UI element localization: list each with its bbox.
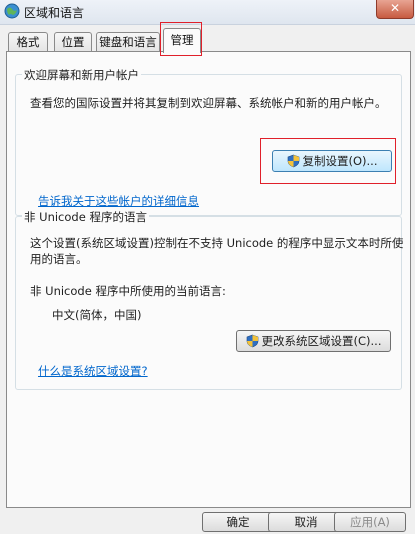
close-button[interactable]: ✕ bbox=[376, 0, 414, 19]
unicode-description-line1: 这个设置(系统区域设置)控制在不支持 Unicode 的程序中显示文本时所使 bbox=[30, 236, 404, 250]
cancel-button[interactable]: 取消 bbox=[268, 512, 344, 532]
ok-button[interactable]: 确定 bbox=[202, 512, 274, 532]
shield-icon bbox=[287, 154, 299, 168]
tab-administrative[interactable]: 管理 bbox=[163, 28, 201, 53]
welcome-screen-group: 欢迎屏幕和新用户帐户 查看您的国际设置并将其复制到欢迎屏幕、系统帐户和新的用户帐… bbox=[15, 67, 402, 216]
copy-settings-button[interactable]: 复制设置(O)... bbox=[272, 150, 392, 172]
apply-button[interactable]: 应用(A) bbox=[334, 512, 406, 532]
welcome-group-label: 欢迎屏幕和新用户帐户 bbox=[22, 67, 141, 83]
non-unicode-group: 非 Unicode 程序的语言 这个设置(系统区域设置)控制在不支持 Unico… bbox=[15, 209, 404, 390]
welcome-accounts-info-link[interactable]: 告诉我关于这些帐户的详细信息 bbox=[38, 193, 199, 209]
unicode-description-line2: 用的语言。 bbox=[30, 252, 88, 266]
change-system-locale-label: 更改系统区域设置(C)... bbox=[261, 334, 382, 348]
tab-location[interactable]: 位置 bbox=[54, 32, 92, 52]
current-language-label: 非 Unicode 程序中所使用的当前语言: bbox=[30, 284, 226, 298]
current-language-value: 中文(简体，中国) bbox=[52, 308, 142, 322]
window-title: 区域和语言 bbox=[24, 6, 85, 20]
tab-keyboard-language[interactable]: 键盘和语言 bbox=[96, 32, 160, 52]
copy-settings-label: 复制设置(O)... bbox=[302, 154, 378, 168]
tab-panel-administrative: 欢迎屏幕和新用户帐户 查看您的国际设置并将其复制到欢迎屏幕、系统帐户和新的用户帐… bbox=[6, 51, 411, 508]
shield-icon bbox=[246, 334, 258, 348]
tab-format[interactable]: 格式 bbox=[8, 32, 48, 52]
welcome-description: 查看您的国际设置并将其复制到欢迎屏幕、系统帐户和新的用户帐户。 bbox=[30, 96, 387, 110]
globe-icon bbox=[4, 3, 20, 19]
unicode-group-label: 非 Unicode 程序的语言 bbox=[22, 209, 149, 225]
title-bar: 区域和语言 ✕ bbox=[0, 0, 415, 25]
system-locale-info-link[interactable]: 什么是系统区域设置? bbox=[38, 363, 148, 379]
change-system-locale-button[interactable]: 更改系统区域设置(C)... bbox=[236, 330, 391, 352]
